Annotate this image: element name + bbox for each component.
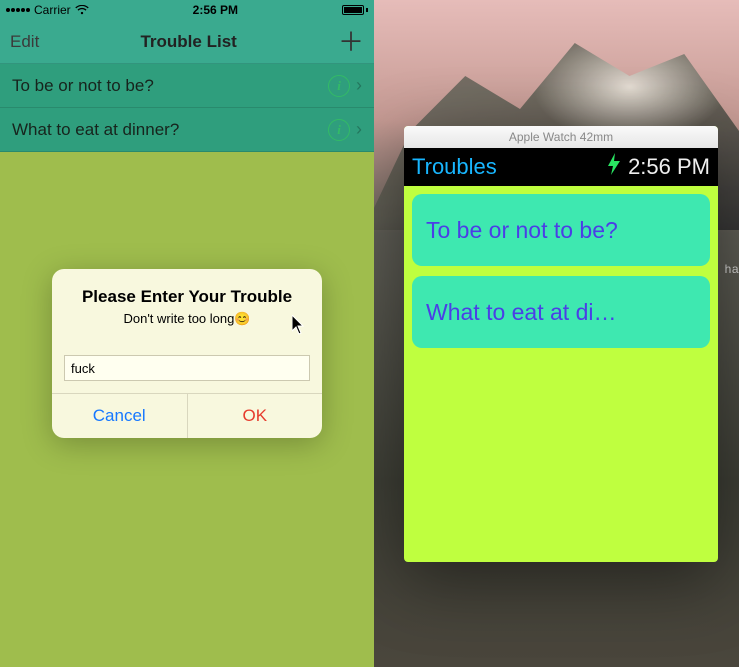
alert-message: Don't write too long😊 <box>68 311 306 327</box>
watch-app-title: Troubles <box>412 154 497 180</box>
watch-time: 2:56 PM <box>628 154 710 180</box>
watch-window-title: Apple Watch 42mm <box>404 126 718 148</box>
iphone-simulator: Carrier 2:56 PM Edit Trouble List ＋ To b… <box>0 0 374 667</box>
edge-label: ha <box>725 262 739 276</box>
cancel-button[interactable]: Cancel <box>52 394 188 438</box>
list-item-label: To be or not to be? <box>426 217 618 244</box>
charging-bolt-icon <box>606 153 622 181</box>
watch-status-bar: Troubles 2:56 PM <box>404 148 718 186</box>
mouse-cursor-icon <box>292 315 306 335</box>
apple-watch-window: Apple Watch 42mm Troubles 2:56 PM To be … <box>404 126 718 562</box>
alert-container: Please Enter Your Trouble Don't write to… <box>0 0 374 667</box>
list-item-label: What to eat at di… <box>426 299 616 326</box>
macos-desktop: ha Apple Watch 42mm Troubles 2:56 PM To … <box>374 0 739 667</box>
ok-button[interactable]: OK <box>188 394 323 438</box>
alert-title: Please Enter Your Trouble <box>68 287 306 307</box>
list-item[interactable]: What to eat at di… <box>412 276 710 348</box>
list-item[interactable]: To be or not to be? <box>412 194 710 266</box>
watch-list[interactable]: To be or not to be? What to eat at di… <box>404 186 718 356</box>
alert-text-input[interactable] <box>64 355 310 381</box>
alert-dialog: Please Enter Your Trouble Don't write to… <box>52 269 322 438</box>
